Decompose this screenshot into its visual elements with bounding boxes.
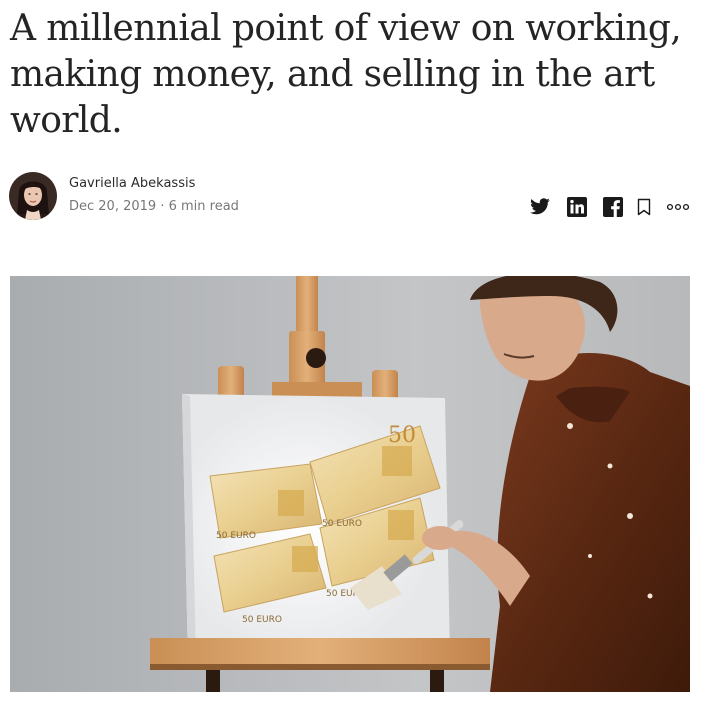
hero-image: 50 50 EURO 50 EURO 50 EURO 50 EURO [10,276,690,692]
article-meta: Dec 20, 2019 · 6 min read [69,199,239,215]
article-title: A millennial point of view on working, m… [10,8,682,141]
bookmark-icon[interactable] [637,198,651,216]
author-avatar[interactable] [9,172,57,220]
twitter-icon[interactable] [529,198,551,216]
read-time: 6 min read [168,199,239,214]
publish-date: Dec 20, 2019 [69,199,157,214]
banknote-label: 50 EURO [242,615,282,625]
share-actions [529,196,689,218]
author-name[interactable]: Gavriella Abekassis [69,176,195,192]
banknote-label: 50 EURO [322,519,362,529]
banknote-label: 50 EURO [216,531,256,541]
facebook-icon[interactable] [603,197,623,217]
byline: Gavriella Abekassis Dec 20, 2019 · 6 min… [9,172,691,220]
linkedin-icon[interactable] [567,197,587,217]
banknote-label: 50 [388,423,416,448]
more-options-icon[interactable] [667,203,689,211]
meta-separator: · [160,199,165,214]
